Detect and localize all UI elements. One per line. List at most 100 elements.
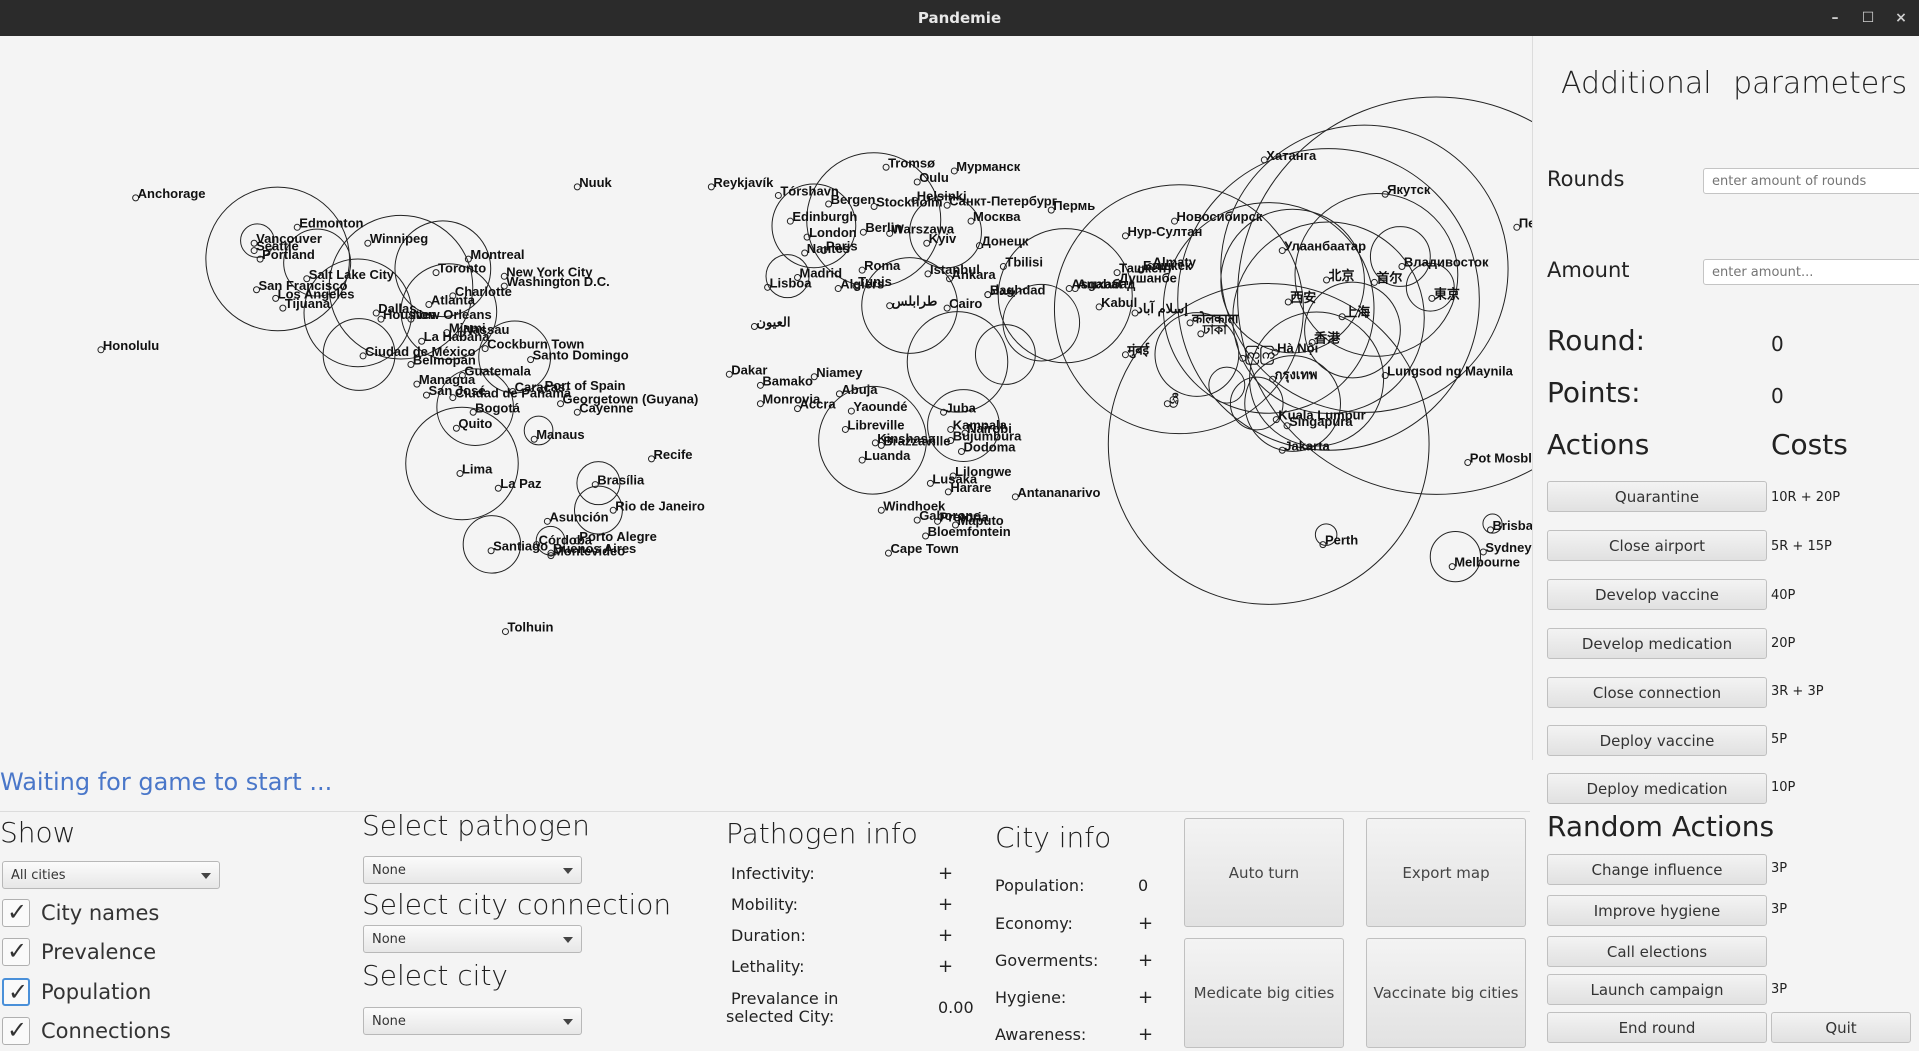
city-marker[interactable]: कोलकाता bbox=[1186, 311, 1239, 327]
city-marker[interactable]: Luanda bbox=[858, 448, 911, 464]
city-marker[interactable]: Reykjavík bbox=[707, 175, 774, 191]
city-marker[interactable]: Tbilisi bbox=[999, 255, 1043, 271]
city-marker[interactable]: Edinburgh bbox=[786, 209, 857, 225]
close-connection-button[interactable]: Close connection bbox=[1547, 677, 1767, 708]
city-marker[interactable]: Pot Mosbl bbox=[1464, 451, 1532, 467]
city-marker[interactable]: Cayenne bbox=[573, 400, 633, 416]
prevalence-checkbox[interactable]: ✓ bbox=[2, 937, 30, 966]
deploy-vaccine-button[interactable]: Deploy vaccine bbox=[1547, 725, 1767, 756]
city-marker[interactable]: Salt Lake City bbox=[303, 267, 395, 283]
city-marker[interactable]: Bergen bbox=[825, 192, 876, 208]
city-marker[interactable]: ကြကြ bbox=[1239, 344, 1276, 365]
world-map[interactable]: Anchorage Nuuk Reykjavík Tromsø Мурманск Oulu… bbox=[0, 36, 1532, 760]
develop-medication-button[interactable]: Develop medication bbox=[1547, 628, 1767, 659]
connection-select[interactable]: None bbox=[363, 925, 582, 953]
city-marker[interactable]: Tijuana bbox=[279, 296, 331, 312]
city-marker[interactable]: Winnipeg bbox=[364, 231, 428, 247]
city-marker[interactable]: La Paz bbox=[494, 476, 542, 492]
city-marker[interactable]: Петропавловск-Камчатский bbox=[1513, 215, 1532, 231]
city-marker[interactable]: Niamey bbox=[810, 365, 863, 381]
city-marker[interactable]: Melbourne bbox=[1448, 555, 1520, 571]
quit-button[interactable]: Quit bbox=[1771, 1012, 1911, 1043]
city-marker[interactable]: Sydney bbox=[1479, 540, 1532, 556]
city-marker[interactable]: Yaoundé bbox=[847, 399, 908, 415]
city-marker[interactable]: Tromsø bbox=[882, 155, 935, 171]
city-marker[interactable]: Charlotte bbox=[449, 284, 512, 300]
connections-checkbox[interactable]: ✓ bbox=[2, 1016, 30, 1045]
city-marker[interactable]: ශ්‍රී bbox=[1163, 392, 1179, 408]
develop-vaccine-button[interactable]: Develop vaccine bbox=[1547, 579, 1767, 610]
city-filter-select[interactable]: All cities bbox=[2, 861, 220, 889]
auto-turn-button[interactable]: Auto turn bbox=[1184, 818, 1344, 927]
city-marker[interactable]: Lima bbox=[456, 462, 493, 478]
city-marker[interactable]: Донецк bbox=[975, 234, 1029, 250]
city-marker[interactable]: Abuja bbox=[835, 382, 878, 398]
change-influence-button[interactable]: Change influence bbox=[1547, 854, 1767, 885]
city-marker[interactable]: Dakar bbox=[725, 362, 767, 378]
city-marker[interactable]: Tunis bbox=[852, 274, 892, 290]
city-marker[interactable]: العيون bbox=[750, 315, 790, 331]
city-marker[interactable]: Antananarivo bbox=[1011, 485, 1100, 501]
city-marker[interactable]: 首尔 bbox=[1370, 270, 1402, 286]
city-marker[interactable]: กรุงเทพ bbox=[1269, 367, 1318, 383]
minimize-icon[interactable]: – bbox=[1823, 6, 1847, 30]
city-marker[interactable]: Tolhuin bbox=[501, 620, 553, 636]
amount-input[interactable] bbox=[1703, 259, 1919, 285]
city-names-checkbox[interactable]: ✓ bbox=[2, 898, 30, 927]
city-marker[interactable]: Harare bbox=[944, 480, 992, 496]
city-marker[interactable]: Rio de Janeiro bbox=[609, 498, 705, 514]
city-marker[interactable]: Washington D.C. bbox=[500, 274, 610, 290]
city-marker[interactable]: Roma bbox=[858, 258, 901, 274]
city-marker[interactable]: Santo Domingo bbox=[527, 348, 629, 364]
deploy-medication-button[interactable]: Deploy medication bbox=[1547, 773, 1767, 804]
city-marker[interactable]: Monrovia bbox=[756, 392, 821, 408]
export-map-button[interactable]: Export map bbox=[1366, 818, 1526, 927]
city-marker[interactable]: Cape Town bbox=[884, 541, 959, 557]
city-marker[interactable]: Anchorage bbox=[132, 186, 206, 202]
city-marker[interactable]: Belmopan bbox=[407, 353, 476, 369]
city-marker[interactable]: Singapura bbox=[1283, 414, 1353, 430]
city-marker[interactable]: Kyiv bbox=[923, 231, 957, 247]
city-marker[interactable]: 上海 bbox=[1338, 305, 1370, 321]
city-marker[interactable]: Asgabat bbox=[1065, 277, 1123, 293]
city-marker[interactable]: San José bbox=[422, 383, 486, 399]
close-icon[interactable]: × bbox=[1889, 6, 1913, 30]
city-marker[interactable]: Tórshavn bbox=[774, 183, 839, 199]
city-marker[interactable]: 東京 bbox=[1428, 286, 1460, 302]
city-select[interactable]: None bbox=[363, 1007, 582, 1035]
city-marker[interactable]: Kabul bbox=[1095, 295, 1137, 311]
city-marker[interactable]: Lisboa bbox=[764, 275, 813, 291]
city-marker[interactable]: Brisbane bbox=[1487, 518, 1532, 534]
city-marker[interactable]: Bloemfontein bbox=[922, 524, 1011, 540]
city-marker[interactable]: Улаанбаатар bbox=[1278, 239, 1366, 255]
city-marker[interactable]: Manaus bbox=[530, 427, 585, 443]
city-marker[interactable]: Dodoma bbox=[957, 439, 1016, 455]
city-marker[interactable]: मुंबई bbox=[1121, 343, 1150, 359]
call-elections-button[interactable]: Call elections bbox=[1547, 936, 1767, 967]
city-marker[interactable]: Oulu bbox=[913, 170, 949, 186]
population-checkbox[interactable]: ✓ bbox=[2, 978, 30, 1006]
city-marker[interactable]: Hà Nội bbox=[1271, 340, 1318, 356]
city-marker[interactable]: La Habana bbox=[418, 329, 491, 345]
city-marker[interactable]: Portland bbox=[256, 247, 315, 263]
city-marker[interactable]: طرابلس bbox=[886, 294, 938, 310]
city-marker[interactable]: Хатанга bbox=[1260, 148, 1317, 164]
end-round-button[interactable]: End round bbox=[1547, 1012, 1767, 1043]
city-marker[interactable]: Новосибирск bbox=[1171, 209, 1263, 225]
city-marker[interactable]: Jakarta bbox=[1278, 438, 1331, 454]
map-canvas[interactable]: Anchorage Nuuk Reykjavík Tromsø Мурманск Oulu… bbox=[0, 36, 1532, 760]
medicate-big-cities-button[interactable]: Medicate big cities bbox=[1184, 938, 1344, 1048]
city-marker[interactable]: Toronto bbox=[432, 261, 486, 277]
city-marker[interactable]: Brasília bbox=[591, 473, 645, 489]
city-marker[interactable]: Montevideo bbox=[547, 544, 625, 560]
city-marker[interactable]: Москва bbox=[967, 209, 1021, 225]
close-airport-button[interactable]: Close airport bbox=[1547, 530, 1767, 561]
city-marker[interactable]: Nantes bbox=[801, 241, 850, 257]
city-marker[interactable]: إسلام آباد bbox=[1131, 300, 1188, 317]
city-marker[interactable]: Juba bbox=[940, 400, 977, 416]
city-marker[interactable]: Almaty bbox=[1147, 255, 1197, 271]
launch-campaign-button[interactable]: Launch campaign bbox=[1547, 974, 1767, 1005]
city-marker[interactable]: Нур-Султан bbox=[1121, 224, 1202, 240]
city-marker[interactable]: Владивосток bbox=[1398, 255, 1489, 271]
city-marker[interactable]: Asunción bbox=[543, 509, 609, 525]
